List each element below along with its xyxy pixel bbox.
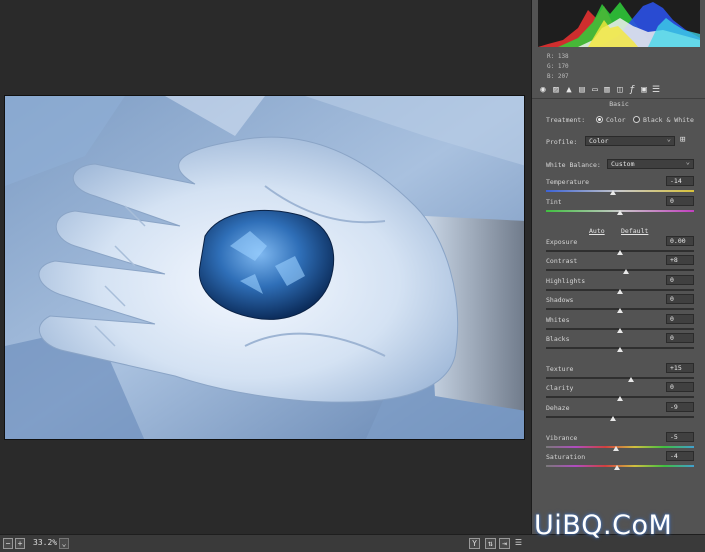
- treatment-bw-radio[interactable]: [633, 116, 640, 123]
- dehaze-label: Dehaze: [546, 404, 570, 412]
- auto-link[interactable]: Auto: [589, 227, 605, 235]
- lens-corrections-icon[interactable]: ◫: [615, 85, 625, 95]
- presets-icon[interactable]: ☰: [651, 85, 661, 95]
- temperature-value-field[interactable]: -14: [666, 176, 694, 186]
- vibrance-value-field[interactable]: -5: [666, 432, 694, 442]
- tint-value-field[interactable]: 0: [666, 196, 694, 206]
- lens-icon[interactable]: ▥: [602, 85, 612, 95]
- tone-curve-icon[interactable]: ▨: [551, 85, 561, 95]
- camera-calibration-icon[interactable]: ▣: [639, 85, 649, 95]
- chevron-down-icon[interactable]: ⌄: [59, 538, 69, 549]
- whites-slider-thumb[interactable]: [617, 328, 623, 333]
- clarity-label: Clarity: [546, 384, 574, 392]
- photo-ice-hand: [5, 96, 524, 439]
- dehaze-slider-track[interactable]: [546, 416, 694, 418]
- adjustment-panel: R: 138 G: 170 B: 207 ◉ ▨ ▲ ▤ ▭ ▥ ◫ ƒ ▣ ☰…: [531, 0, 705, 534]
- exposure-value-field[interactable]: 0.00: [666, 236, 694, 246]
- copy-settings-icon[interactable]: ⇥: [499, 538, 510, 549]
- before-after-y-button[interactable]: Y: [469, 538, 480, 549]
- blacks-value-field[interactable]: 0: [666, 333, 694, 343]
- white-balance-dropdown[interactable]: Custom: [607, 158, 694, 169]
- plus-square-icon[interactable]: +: [15, 538, 25, 549]
- dehaze-slider-thumb[interactable]: [610, 416, 617, 421]
- readout-g: G: 170: [547, 63, 569, 70]
- saturation-slider-thumb[interactable]: [614, 465, 621, 470]
- histogram: [538, 0, 700, 47]
- image-canvas[interactable]: [0, 0, 531, 534]
- readout-r: R: 138: [547, 53, 569, 60]
- treatment-color-radio[interactable]: [596, 116, 603, 123]
- white-balance-value: Custom: [611, 160, 635, 168]
- tint-slider-thumb[interactable]: [617, 210, 623, 215]
- temperature-slider-track[interactable]: [546, 190, 694, 192]
- texture-label: Texture: [546, 365, 574, 373]
- section-title: Basic: [609, 100, 629, 108]
- default-link[interactable]: Default: [621, 227, 648, 235]
- tab-divider: [532, 98, 705, 99]
- tint-label: Tint: [546, 198, 562, 206]
- blacks-slider-thumb[interactable]: [617, 347, 623, 352]
- profile-label: Profile:: [546, 138, 578, 146]
- vibrance-label: Vibrance: [546, 434, 578, 442]
- highlights-label: Highlights: [546, 277, 586, 285]
- white-balance-label: White Balance:: [546, 161, 601, 169]
- minus-square-icon[interactable]: −: [3, 538, 13, 549]
- treatment-bw-label[interactable]: Black & White: [643, 116, 694, 124]
- whites-value-field[interactable]: 0: [666, 314, 694, 324]
- rgb-readout: R: 138 G: 170 B: 207: [547, 52, 569, 82]
- vibrance-slider-thumb[interactable]: [613, 446, 620, 451]
- profile-browser-icon[interactable]: ⊞: [680, 134, 694, 147]
- shadows-slider-thumb[interactable]: [617, 308, 623, 313]
- treatment-color-label[interactable]: Color: [606, 116, 626, 124]
- zoom-level[interactable]: 33.2%: [33, 538, 57, 547]
- shadows-label: Shadows: [546, 296, 574, 304]
- contrast-slider-thumb[interactable]: [622, 269, 629, 274]
- texture-value-field[interactable]: +15: [666, 363, 694, 373]
- clarity-value-field[interactable]: 0: [666, 382, 694, 392]
- swap-icon[interactable]: ⇅: [485, 538, 496, 549]
- vibrance-slider-track[interactable]: [546, 446, 694, 448]
- dehaze-value-field[interactable]: -9: [666, 402, 694, 412]
- highlights-value-field[interactable]: 0: [666, 275, 694, 285]
- contrast-label: Contrast: [546, 257, 578, 265]
- temperature-slider-thumb[interactable]: [609, 190, 616, 195]
- temperature-label: Temperature: [546, 178, 590, 186]
- contrast-value-field[interactable]: +8: [666, 255, 694, 265]
- readout-b: B: 207: [547, 73, 569, 80]
- contrast-slider-track[interactable]: [546, 269, 694, 271]
- saturation-label: Saturation: [546, 453, 586, 461]
- clarity-slider-thumb[interactable]: [617, 396, 623, 401]
- texture-slider-thumb[interactable]: [628, 377, 635, 382]
- watermark: UiBQ.CoM: [534, 510, 673, 541]
- exposure-slider-thumb[interactable]: [617, 250, 623, 255]
- highlights-slider-thumb[interactable]: [617, 289, 623, 294]
- profile-dropdown[interactable]: Color: [585, 135, 675, 146]
- settings-toggle-icon[interactable]: ☰: [513, 538, 524, 549]
- treatment-label: Treatment:: [546, 116, 586, 124]
- basic-tab-icon[interactable]: ◉: [538, 85, 548, 95]
- detail-icon[interactable]: ▲: [564, 85, 574, 95]
- texture-slider-track[interactable]: [546, 377, 694, 379]
- fx-icon[interactable]: ƒ: [627, 85, 637, 95]
- profile-value: Color: [589, 137, 609, 145]
- panel-tabs: ◉ ▨ ▲ ▤ ▭ ▥ ◫ ƒ ▣ ☰: [536, 84, 702, 97]
- hsl-icon[interactable]: ▤: [577, 85, 587, 95]
- whites-label: Whites: [546, 316, 570, 324]
- blacks-label: Blacks: [546, 335, 570, 343]
- shadows-value-field[interactable]: 0: [666, 294, 694, 304]
- split-tone-icon[interactable]: ▭: [590, 85, 600, 95]
- photo-preview[interactable]: [4, 95, 525, 440]
- exposure-label: Exposure: [546, 238, 578, 246]
- saturation-value-field[interactable]: -4: [666, 451, 694, 461]
